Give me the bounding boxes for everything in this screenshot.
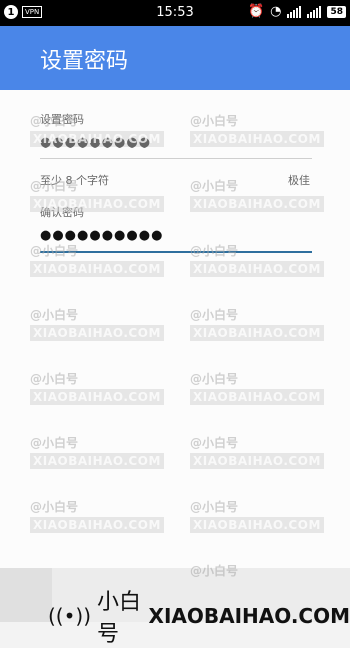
watermark-logo-en: XIAOBAIHAO.COM — [148, 604, 350, 628]
watermark-logo: ((•)) 小白号 XIAOBAIHAO.COM — [48, 584, 350, 648]
password-hint: 至少 8 个字符 — [40, 174, 109, 187]
app-bar: 设置密码 — [0, 26, 350, 90]
status-bar: 1 VPN 15:53 ⏰ ◔ 58 — [0, 0, 350, 26]
signal-icon-2 — [307, 5, 322, 18]
wifi-icon: ◔ — [270, 4, 282, 19]
alarm-icon: ⏰ — [247, 4, 265, 19]
password-field-underline — [40, 158, 312, 159]
broadcast-icon: ((•)) — [48, 604, 92, 628]
bottom-left-panel — [0, 568, 52, 622]
battery-icon: 58 — [327, 5, 346, 18]
page-title: 设置密码 — [40, 49, 129, 74]
confirm-password-label: 确认密码 — [40, 206, 84, 219]
form-card — [0, 90, 350, 568]
password-field[interactable]: ●●●●●●●●● — [40, 135, 151, 150]
signal-icon — [287, 5, 302, 18]
confirm-field-underline — [40, 251, 312, 253]
watermark-logo-cn: 小白号 — [97, 590, 142, 647]
confirm-password-field[interactable]: ●●●●●●●●●● — [40, 228, 163, 243]
password-strength: 极佳 — [288, 174, 310, 187]
password-label: 设置密码 — [40, 113, 84, 126]
